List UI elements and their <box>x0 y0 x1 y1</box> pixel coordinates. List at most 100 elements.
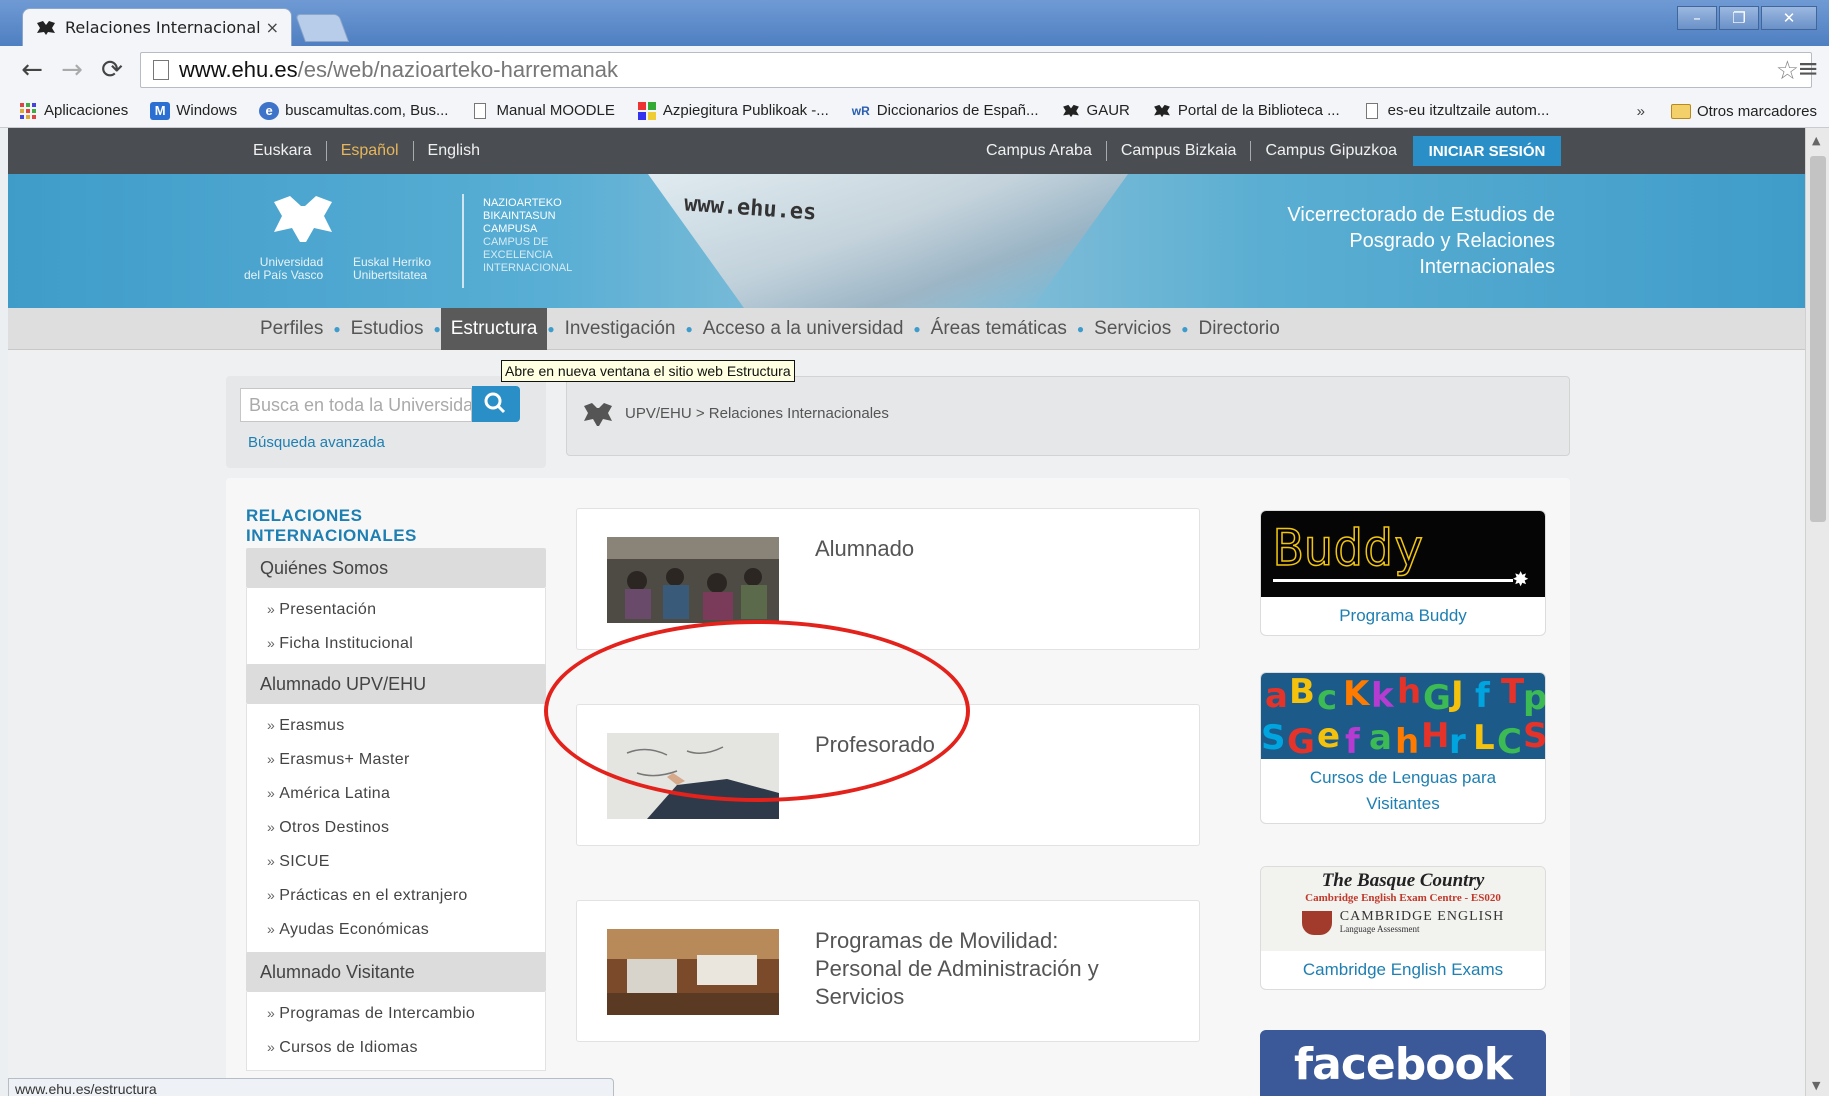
bookmark-label: Azpiegitura Publikoak -... <box>662 102 829 119</box>
promo-lenguas[interactable]: aBc Kkh GJf Tp SGe fah HrL CS Cursos de … <box>1260 672 1546 824</box>
promo-cambridge[interactable]: The Basque Country Cambridge English Exa… <box>1260 866 1546 990</box>
nav-areas-tematicas[interactable]: Áreas temáticas <box>921 308 1077 350</box>
nav-separator-icon: ● <box>333 321 341 336</box>
card-movilidad-pas[interactable]: Programas de Movilidad: Personal de Admi… <box>576 900 1200 1042</box>
svg-text:f: f <box>1345 722 1361 759</box>
nav-directorio[interactable]: Directorio <box>1188 308 1289 350</box>
puzzle-icon <box>637 101 657 120</box>
language-switcher: Euskara Español English <box>253 141 494 161</box>
search-panel: Busca en toda la Universidad Búsqueda av… <box>226 376 546 468</box>
back-arrow-icon[interactable]: ← <box>12 55 52 85</box>
lang-english[interactable]: English <box>412 141 494 161</box>
url-host: www.ehu.es <box>179 57 298 82</box>
tab-close-icon[interactable]: × <box>266 18 279 37</box>
sidebar-title-line: INTERNACIONALES <box>246 526 417 545</box>
campus-line: NAZIOARTEKO <box>483 197 562 209</box>
banner-divider <box>462 194 464 288</box>
nav-investigacion[interactable]: Investigación <box>555 308 686 350</box>
nav-estructura[interactable]: Estructura <box>440 307 548 350</box>
upv-ehu-logo-icon[interactable] <box>268 192 338 248</box>
vice-line: Internacionales <box>1419 256 1555 278</box>
nav-acceso[interactable]: Acceso a la universidad <box>693 308 914 350</box>
nav-separator-icon: ● <box>685 321 693 336</box>
bookmark-item[interactable]: Manual MOODLE <box>470 102 615 120</box>
card-title[interactable]: Programas de Movilidad: Personal de Admi… <box>815 927 1099 1011</box>
sidebar-group-head[interactable]: Alumnado Visitante <box>246 952 546 992</box>
search-icon <box>484 392 506 414</box>
bookmark-item[interactable]: Aplicaciones <box>18 102 128 120</box>
login-button[interactable]: INICIAR SESIÓN <box>1413 136 1561 166</box>
sidebar-item-ficha[interactable]: Ficha Institucional <box>247 626 545 660</box>
scrollbar-thumb[interactable] <box>1810 156 1826 522</box>
sidebar-item-erasmus[interactable]: Erasmus <box>247 708 545 742</box>
bookmarks-right: » Otros marcadores <box>1637 94 1817 128</box>
new-tab-button[interactable] <box>294 14 350 42</box>
campus-gipuzkoa-link[interactable]: Campus Gipuzkoa <box>1250 141 1411 161</box>
card-title-line: Programas de Movilidad: <box>815 928 1059 953</box>
sidebar-item-america-latina[interactable]: América Latina <box>247 776 545 810</box>
forward-arrow-icon[interactable]: → <box>52 55 92 85</box>
sidebar-item-intercambio[interactable]: Programas de Intercambio <box>247 996 545 1030</box>
sidebar-item-ayudas[interactable]: Ayudas Económicas <box>247 912 545 946</box>
more-bookmarks-icon[interactable]: » <box>1637 103 1645 120</box>
bookmark-item[interactable]: es-eu itzultzaile autom... <box>1362 102 1549 120</box>
cambridge-banner: The Basque Country Cambridge English Exa… <box>1261 867 1545 951</box>
sidebar-item-erasmus-master[interactable]: Erasmus+ Master <box>247 742 545 776</box>
ehu-icon <box>1152 102 1172 120</box>
bookmark-item[interactable]: Azpiegitura Publikoak -... <box>637 101 829 120</box>
address-bar[interactable]: www.ehu.es/es/web/nazioarteko-harremanak… <box>140 52 1812 88</box>
folder-icon <box>1670 103 1691 119</box>
promo-caption[interactable]: Cambridge English Exams <box>1261 951 1545 989</box>
ehu-favicon-icon <box>37 20 55 35</box>
scroll-up-icon[interactable]: ▲ <box>1812 134 1820 147</box>
card-title[interactable]: Alumnado <box>815 535 914 563</box>
bookmark-item[interactable]: GAUR <box>1061 102 1130 120</box>
campus-araba-link[interactable]: Campus Araba <box>972 141 1106 161</box>
scroll-down-icon[interactable]: ▼ <box>1812 1079 1820 1092</box>
bookmark-star-icon[interactable]: ☆ <box>1776 55 1799 86</box>
sidebar-item-idiomas[interactable]: Cursos de Idiomas <box>247 1030 545 1064</box>
promo-buddy[interactable]: Buddy ✸ Programa Buddy <box>1260 510 1546 636</box>
site-topbar: Euskara Español English Campus Araba Cam… <box>8 128 1805 174</box>
bookmark-item[interactable]: wR Diccionarios de Españ... <box>851 102 1039 120</box>
promo-facebook[interactable]: facebook <box>1260 1030 1546 1096</box>
breadcrumb-path[interactable]: UPV/EHU > Relaciones Internacionales <box>625 405 889 422</box>
maximize-icon[interactable]: ❐ <box>1719 6 1759 30</box>
close-window-icon[interactable]: ✕ <box>1761 6 1817 30</box>
sidebar-item-sicue[interactable]: SICUE <box>247 844 545 878</box>
promo-caption[interactable]: Cursos de Lenguas para Visitantes <box>1261 759 1545 823</box>
lang-espanol[interactable]: Español <box>325 141 413 161</box>
minimize-icon[interactable]: – <box>1677 6 1717 30</box>
sidebar-item-otros-destinos[interactable]: Otros Destinos <box>247 810 545 844</box>
vertical-scrollbar[interactable]: ▲ ▼ <box>1805 128 1829 1096</box>
bookmark-item[interactable]: M Windows <box>150 101 237 120</box>
bookmark-label: Aplicaciones <box>44 102 129 119</box>
buddy-banner: Buddy ✸ <box>1261 511 1545 597</box>
nav-estudios[interactable]: Estudios <box>341 308 434 350</box>
browser-toolbar: ← → ⟳ www.ehu.es/es/web/nazioarteko-harr… <box>0 46 1829 94</box>
reload-icon[interactable]: ⟳ <box>92 55 132 85</box>
campus-bizkaia-link[interactable]: Campus Bizkaia <box>1105 141 1251 161</box>
nav-separator-icon: ● <box>1076 321 1085 336</box>
promo-caption[interactable]: Programa Buddy <box>1261 597 1545 635</box>
search-button[interactable] <box>472 386 520 422</box>
bookmark-item[interactable]: e buscamultas.com, Bus... <box>259 101 448 120</box>
browser-tab[interactable]: Relaciones Internacionales - × <box>22 8 292 46</box>
ehu-home-icon[interactable] <box>581 401 615 427</box>
windows-live-icon: M <box>150 101 171 120</box>
other-bookmarks[interactable]: Otros marcadores <box>1697 103 1817 120</box>
lang-euskara[interactable]: Euskara <box>253 141 326 161</box>
sidebar-item-presentacion[interactable]: Presentación <box>247 592 545 626</box>
cambridge-head: The Basque Country <box>1321 870 1485 891</box>
advanced-search-link[interactable]: Búsqueda avanzada <box>248 434 385 451</box>
window-controls: – ❐ ✕ <box>1677 6 1817 30</box>
search-input[interactable]: Busca en toda la Universidad <box>240 388 472 422</box>
sidebar-group-head[interactable]: Quiénes Somos <box>246 548 546 588</box>
svg-text:k: k <box>1371 676 1395 716</box>
chrome-menu-icon[interactable]: ≡ <box>1797 54 1819 84</box>
bookmark-item[interactable]: Portal de la Biblioteca ... <box>1152 102 1340 120</box>
sidebar-group-head[interactable]: Alumnado UPV/EHU <box>246 664 546 704</box>
sidebar-item-practicas[interactable]: Prácticas en el extranjero <box>247 878 545 912</box>
nav-perfiles[interactable]: Perfiles <box>250 308 333 350</box>
nav-servicios[interactable]: Servicios <box>1084 308 1181 350</box>
